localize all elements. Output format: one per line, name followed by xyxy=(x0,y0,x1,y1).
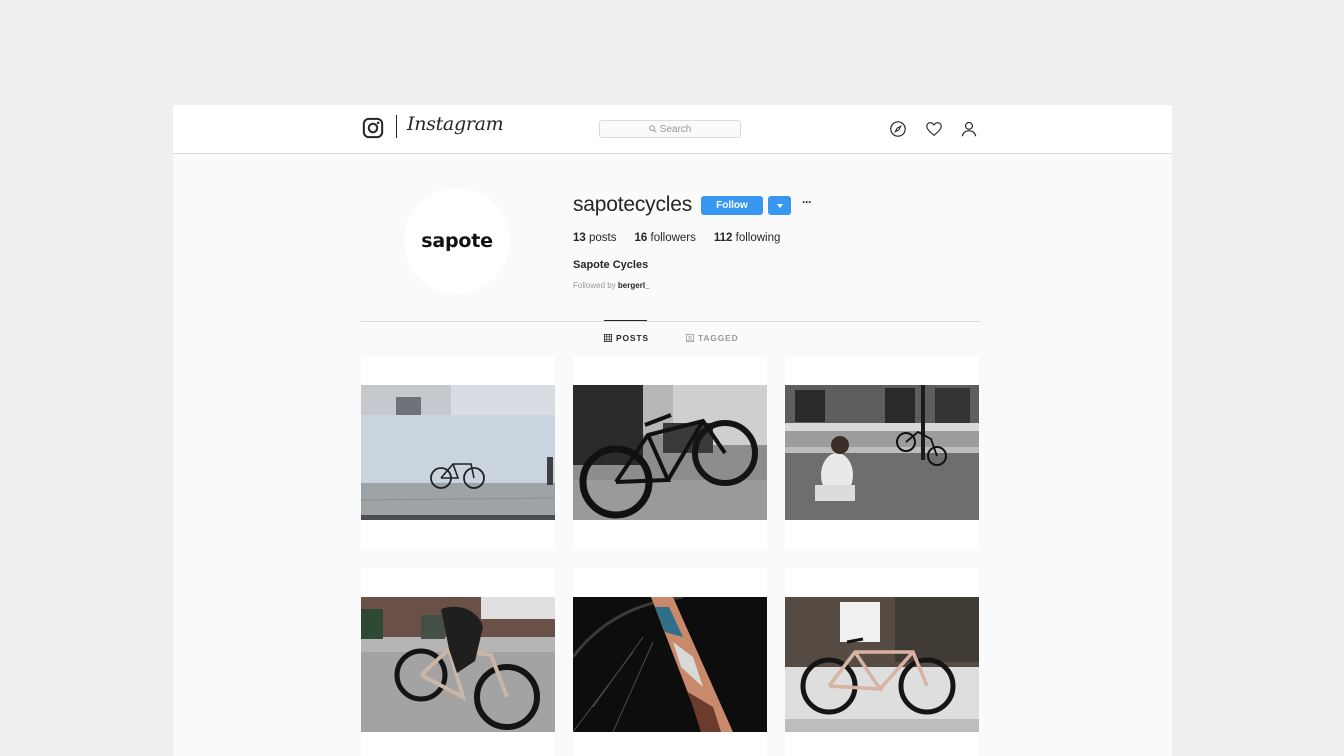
followed-by-user-link[interactable]: bergerl_ xyxy=(618,281,650,290)
heart-icon[interactable] xyxy=(925,120,943,138)
post-image-3 xyxy=(785,385,979,520)
compass-icon[interactable] xyxy=(889,120,907,138)
suggestions-dropdown-button[interactable] xyxy=(768,196,791,215)
posts-stat: 13 posts xyxy=(573,232,617,244)
post-image-1 xyxy=(361,385,555,520)
following-label: following xyxy=(735,232,781,244)
profile-stats: 13 posts 16 followers 112 following xyxy=(573,232,798,244)
post-tile-4[interactable] xyxy=(361,568,555,756)
followed-by-prefix: Followed by xyxy=(573,281,616,290)
tab-tagged[interactable]: TAGGED xyxy=(686,333,739,343)
follow-button[interactable]: Follow xyxy=(701,196,763,215)
followed-by-text: Followed by bergerl_ xyxy=(573,281,650,290)
post-image-6 xyxy=(785,597,979,732)
followers-stat[interactable]: 16 followers xyxy=(635,232,696,244)
tab-tagged-label: TAGGED xyxy=(698,333,739,343)
post-image-2 xyxy=(573,385,767,520)
followers-label: followers xyxy=(650,232,696,244)
active-tab-indicator xyxy=(604,320,647,321)
more-options-button[interactable]: ··· xyxy=(802,196,816,215)
post-tile-6[interactable] xyxy=(785,568,979,756)
instagram-glyph-icon[interactable] xyxy=(362,117,384,139)
following-count: 112 xyxy=(713,232,733,244)
post-image-5 xyxy=(573,597,767,732)
post-image-4 xyxy=(361,597,555,732)
search-placeholder: Search xyxy=(659,123,692,135)
top-nav-bar: Instagram Search xyxy=(173,105,1172,154)
post-tile-5[interactable] xyxy=(573,568,767,756)
logo-divider xyxy=(396,115,397,138)
instagram-wordmark[interactable]: Instagram xyxy=(407,113,504,135)
search-icon xyxy=(648,125,657,133)
tabs-divider xyxy=(361,321,980,322)
search-input[interactable]: Search xyxy=(599,120,741,138)
profile-username: sapotecycles xyxy=(573,193,692,216)
post-tile-2[interactable] xyxy=(573,356,767,549)
person-icon[interactable] xyxy=(960,120,978,138)
caret-down-icon xyxy=(776,203,783,208)
tag-icon xyxy=(686,334,694,342)
posts-count: 13 xyxy=(573,232,586,244)
followers-count: 16 xyxy=(634,232,648,244)
avatar-logo-text: sapote xyxy=(421,230,493,252)
profile-avatar[interactable]: sapote xyxy=(404,188,510,294)
post-tile-3[interactable] xyxy=(785,356,979,549)
profile-full-name: Sapote Cycles xyxy=(573,259,649,271)
tab-posts-label: POSTS xyxy=(616,333,649,343)
post-tile-1[interactable] xyxy=(361,356,555,549)
posts-label: posts xyxy=(589,232,617,244)
grid-icon xyxy=(604,334,612,342)
tab-posts[interactable]: POSTS xyxy=(604,333,649,343)
following-stat[interactable]: 112 following xyxy=(714,232,781,244)
instagram-window: Instagram Search sapote sapotecycles Fol… xyxy=(173,105,1172,756)
